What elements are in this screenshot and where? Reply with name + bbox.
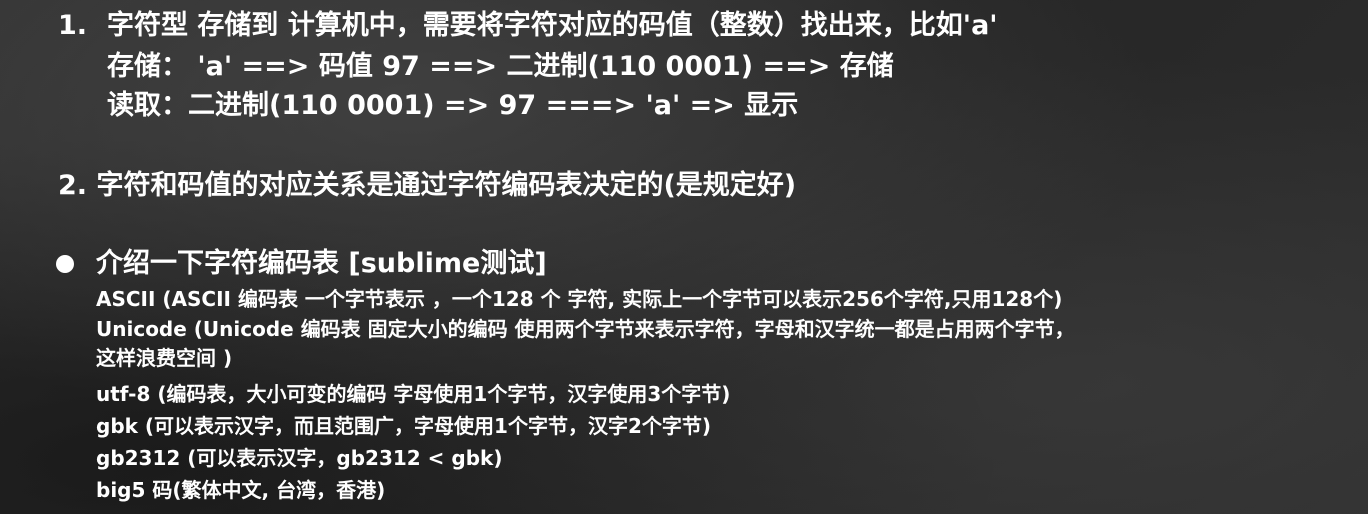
point1-number: 1. [58, 10, 88, 41]
encoding-item-utf8: utf-8 (编码表，大小可变的编码 字母使用1个字节，汉字使用3个字节) [96, 382, 731, 406]
point1-line1: 字符型 存储到 计算机中，需要将字符对应的码值（整数）找出来，比如'a' [107, 10, 998, 41]
encoding-item-ascii: ASCII (ASCII 编码表 一个字节表示 ，一个128 个 字符, 实际上… [96, 287, 1063, 311]
bullet-dot-icon [56, 255, 74, 273]
encoding-item-big5: big5 码(繁体中文, 台湾，香港) [96, 478, 386, 502]
encoding-item-unicode-cont: 这样浪费空间 ) [96, 346, 233, 370]
point1-line2: 存储： 'a' ==> 码值 97 ==> 二进制(110 0001) ==> … [107, 51, 894, 82]
point2-text: 2. 字符和码值的对应关系是通过字符编码表决定的(是规定好) [58, 170, 797, 201]
bullet-heading: 介绍一下字符编码表 [sublime测试] [96, 248, 547, 279]
slide: 1. 字符型 存储到 计算机中，需要将字符对应的码值（整数）找出来，比如'a' … [0, 0, 1368, 514]
point1-line3: 读取：二进制(110 0001) => 97 ===> 'a' => 显示 [107, 90, 799, 121]
encoding-item-gb2312: gb2312 (可以表示汉字，gb2312 < gbk) [96, 446, 503, 470]
encoding-item-gbk: gbk (可以表示汉字，而且范围广，字母使用1个字节，汉字2个字节) [96, 414, 712, 438]
encoding-item-unicode: Unicode (Unicode 编码表 固定大小的编码 使用两个字节来表示字符… [96, 317, 1075, 341]
